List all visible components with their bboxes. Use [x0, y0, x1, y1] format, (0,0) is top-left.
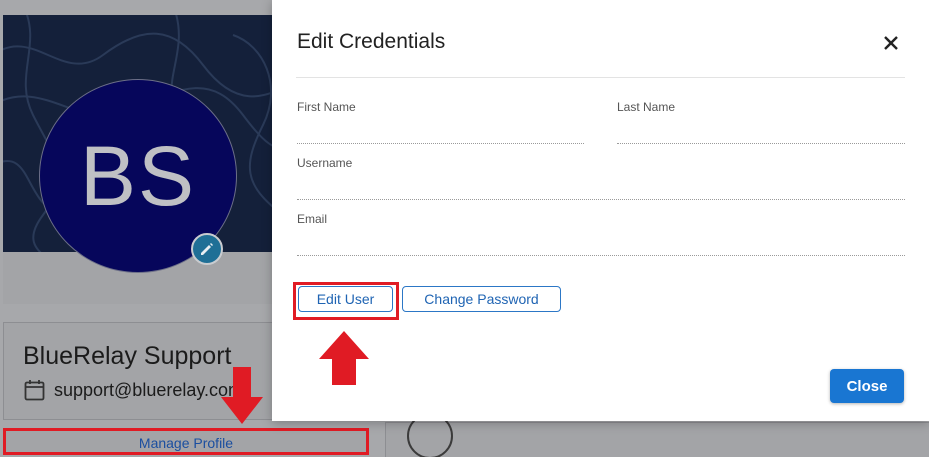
- close-icon[interactable]: [881, 33, 901, 53]
- close-button[interactable]: Close: [830, 369, 904, 403]
- last-name-field: Last Name: [617, 100, 905, 145]
- email-label: Email: [297, 212, 328, 226]
- first-name-label: First Name: [297, 100, 356, 114]
- avatar-edit-button[interactable]: [191, 233, 223, 265]
- pencil-icon: [201, 243, 213, 255]
- first-name-input[interactable]: [297, 114, 584, 144]
- last-name-input[interactable]: [617, 114, 905, 144]
- edit-user-highlight: [293, 282, 399, 320]
- arrow-down-icon: [221, 367, 263, 424]
- profile-name: BlueRelay Support: [23, 342, 232, 370]
- last-name-label: Last Name: [617, 100, 676, 114]
- username-input[interactable]: [297, 170, 905, 200]
- username-field: Username: [297, 156, 905, 201]
- avatar-initials: BS: [79, 128, 197, 223]
- arrow-up-icon: [319, 331, 369, 385]
- manage-profile-label: Manage Profile: [138, 434, 234, 451]
- secondary-card: [385, 413, 929, 457]
- edit-credentials-dialog: Edit Credentials First Name Last Name Us…: [272, 0, 929, 421]
- username-label: Username: [297, 156, 353, 170]
- first-name-field: First Name: [297, 100, 584, 145]
- email-field: Email: [297, 212, 905, 257]
- dialog-divider: [296, 77, 905, 78]
- dialog-title: Edit Credentials: [297, 30, 446, 53]
- calendar-icon: [24, 380, 45, 401]
- email-input[interactable]: [297, 226, 905, 256]
- manage-profile-link[interactable]: Manage Profile: [3, 428, 369, 455]
- profile-email: support@bluerelay.com: [54, 380, 244, 400]
- change-password-button[interactable]: Change Password: [402, 286, 561, 312]
